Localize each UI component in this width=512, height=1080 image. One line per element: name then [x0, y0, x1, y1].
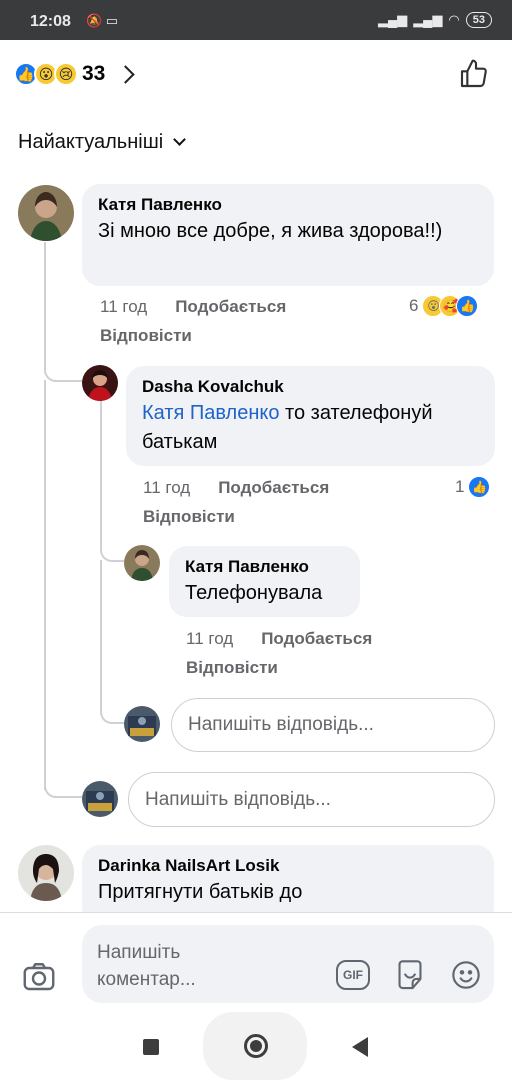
- avatar[interactable]: [18, 185, 74, 241]
- reply-input[interactable]: Напишіть відповідь...: [128, 772, 495, 827]
- comment-bubble: Катя Павленко Телефонувала: [169, 546, 360, 617]
- comment-author[interactable]: Катя Павленко: [185, 557, 344, 577]
- comment-author[interactable]: Darinka NailsArt Losik: [98, 856, 478, 876]
- comment-reactions[interactable]: 1 👍: [455, 476, 491, 498]
- camera-button[interactable]: [20, 958, 58, 996]
- like-reaction-icon: 👍: [456, 295, 479, 317]
- reactions-count: 33: [82, 62, 106, 85]
- like-comment-button[interactable]: Подобається: [175, 297, 286, 317]
- back-button[interactable]: [352, 1037, 368, 1057]
- comment-author[interactable]: Dasha Kovalchuk: [142, 377, 479, 397]
- thread-curve: [44, 360, 82, 382]
- status-time: 12:08: [30, 13, 71, 30]
- sticker-icon: [398, 960, 422, 990]
- comment-text: Телефонувала: [185, 582, 323, 604]
- comment-time[interactable]: 11 год: [100, 297, 147, 317]
- reactions-summary[interactable]: 👍 😮 😢 33: [14, 62, 136, 86]
- comment-bubble: Катя Павленко Зі мною все добре, я жива …: [82, 184, 494, 286]
- comment-text: Притягнути батьків до: [98, 881, 303, 903]
- comment-time[interactable]: 11 год: [186, 629, 233, 649]
- battery-indicator: 53: [465, 12, 492, 28]
- chevron-right-icon: [116, 64, 136, 84]
- thread-curve: [100, 700, 124, 724]
- sort-label: Найактуальніші: [18, 131, 164, 153]
- recent-apps-button[interactable]: [143, 1039, 159, 1055]
- thread-line: [100, 560, 102, 710]
- comment-actions: 11 год Подобається: [100, 297, 286, 317]
- comment-text: Катя Павленко то зателефонуй батькам: [142, 399, 479, 457]
- thread-line: [44, 242, 46, 372]
- signal-icon: ▂▄▆: [377, 12, 408, 27]
- like-post-button[interactable]: [458, 58, 490, 95]
- thread-curve: [100, 540, 124, 562]
- mention-link[interactable]: Катя Павленко: [142, 402, 279, 424]
- avatar[interactable]: [82, 365, 118, 401]
- gif-button[interactable]: GIF: [335, 958, 371, 992]
- reply-input[interactable]: Напишіть відповідь...: [171, 698, 495, 752]
- comment-reactions[interactable]: 6 😮 🥰 👍: [409, 295, 479, 317]
- reply-button[interactable]: Відповісти: [143, 507, 235, 527]
- avatar[interactable]: [18, 845, 74, 901]
- thread-line: [100, 400, 102, 550]
- thumbs-up-icon: [460, 59, 487, 88]
- reaction-count: 1: [455, 477, 465, 496]
- avatar[interactable]: [124, 545, 160, 581]
- thread-line: [44, 380, 46, 790]
- reply-input-placeholder: Напишіть відповідь...: [145, 788, 331, 810]
- smiley-icon: [452, 961, 480, 989]
- comment-text: Зі мною все добре, я жива здорова!!): [98, 220, 443, 242]
- signal-icon-2: ▂▄▆: [413, 12, 443, 27]
- thread-curve: [44, 770, 82, 798]
- reply-button[interactable]: Відповісти: [186, 658, 278, 678]
- camera-icon: [23, 963, 55, 991]
- comment-time[interactable]: 11 год: [143, 478, 190, 498]
- home-button[interactable]: [244, 1034, 268, 1058]
- notification-icons: 🔕 ▭: [86, 13, 119, 28]
- chevron-down-icon: [173, 133, 187, 146]
- placeholder-line: Напишіть: [97, 942, 181, 963]
- sticker-button[interactable]: [392, 956, 428, 994]
- emoji-button[interactable]: [449, 958, 483, 992]
- like-comment-button[interactable]: Подобається: [261, 629, 372, 649]
- reaction-count: 6: [409, 296, 419, 315]
- like-reaction-icon: 👍: [468, 476, 491, 498]
- sad-reaction-icon: 😢: [54, 62, 78, 86]
- placeholder-line: коментар...: [97, 969, 196, 990]
- avatar: [124, 706, 160, 742]
- comment-actions: 11 год Подобається: [143, 478, 329, 498]
- reply-input-placeholder: Напишіть відповідь...: [188, 714, 374, 735]
- like-comment-button[interactable]: Подобається: [218, 478, 329, 498]
- comment-author[interactable]: Катя Павленко: [98, 195, 478, 215]
- status-bar: 12:08 🔕 ▭ ▂▄▆ ▂▄▆ ◠ 53: [0, 0, 512, 40]
- avatar: [82, 781, 118, 817]
- sort-dropdown[interactable]: Найактуальніші: [18, 131, 187, 154]
- status-right: ▂▄▆ ▂▄▆ ◠ 53: [378, 12, 492, 28]
- comment-input[interactable]: Напишіть коментар...: [82, 925, 494, 1003]
- reply-button[interactable]: Відповісти: [100, 326, 192, 346]
- comment-actions: 11 год Подобається: [186, 629, 372, 649]
- comment-bubble: Dasha Kovalchuk Катя Павленко то зателеф…: [126, 366, 495, 466]
- wifi-icon: ◠: [448, 12, 460, 27]
- comment-input-placeholder: Напишіть коментар...: [97, 939, 247, 993]
- gif-icon: GIF: [343, 968, 363, 982]
